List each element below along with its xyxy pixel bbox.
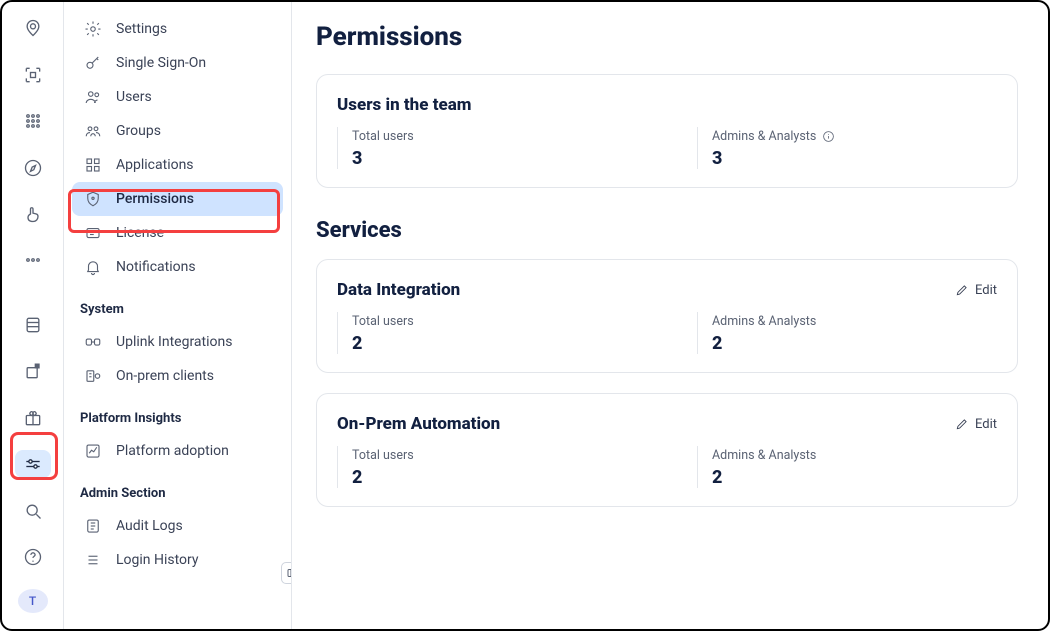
nav-label: Login History	[116, 552, 199, 568]
nav-label: Uplink Integrations	[116, 334, 232, 350]
sliders-icon[interactable]	[15, 450, 51, 478]
shield-icon	[84, 190, 102, 208]
service-total-stat: Total users 2	[337, 446, 697, 488]
team-card-title: Users in the team	[337, 95, 471, 115]
service-aa-stat: Admins & Analysts 2	[697, 312, 816, 354]
service-aa-value: 2	[712, 333, 816, 354]
team-total-stat: Total users 3	[337, 127, 697, 169]
nav-item-login-history[interactable]: Login History	[72, 543, 283, 577]
nav-item-sso[interactable]: Single Sign-On	[72, 46, 283, 80]
service-aa-label: Admins & Analysts	[712, 314, 816, 329]
service-total-stat: Total users 2	[337, 312, 697, 354]
service-card-title: Data Integration	[337, 280, 460, 300]
group-icon	[84, 122, 102, 140]
team-aa-label: Admins & Analysts	[712, 129, 835, 144]
nav-item-adoption[interactable]: Platform adoption	[72, 434, 283, 468]
grid-icon[interactable]	[15, 107, 51, 135]
chart-icon	[84, 442, 102, 460]
nav-label: Groups	[116, 123, 161, 139]
nav-label: Platform adoption	[116, 443, 229, 459]
nav-section-admin: Admin Section	[72, 468, 283, 509]
apps-icon	[84, 156, 102, 174]
pencil-icon	[955, 417, 969, 431]
collapse-nav-button[interactable]	[281, 562, 292, 584]
pencil-icon	[955, 283, 969, 297]
more-icon[interactable]	[15, 246, 51, 274]
services-heading: Services	[316, 218, 1018, 243]
service-aa-label: Admins & Analysts	[712, 448, 816, 463]
avatar[interactable]: T	[18, 589, 48, 613]
export-icon[interactable]	[15, 357, 51, 385]
server-icon	[84, 367, 102, 385]
info-icon[interactable]	[822, 130, 835, 143]
nav-item-groups[interactable]: Groups	[72, 114, 283, 148]
nav-label: License	[116, 225, 164, 241]
team-aa-label-text: Admins & Analysts	[712, 129, 816, 144]
compass-icon[interactable]	[15, 153, 51, 181]
team-total-value: 3	[352, 148, 697, 169]
license-icon	[84, 224, 102, 242]
nav-label: Single Sign-On	[116, 55, 206, 71]
nav-label: Audit Logs	[116, 518, 183, 534]
team-aa-stat: Admins & Analysts 3	[697, 127, 835, 169]
service-aa-stat: Admins & Analysts 2	[697, 446, 816, 488]
key-icon	[84, 54, 102, 72]
nav-item-applications[interactable]: Applications	[72, 148, 283, 182]
nav-label: Applications	[116, 157, 194, 173]
logs-icon	[84, 517, 102, 535]
edit-label: Edit	[975, 417, 997, 432]
bell-icon	[84, 258, 102, 276]
page-title: Permissions	[316, 22, 1018, 52]
edit-button[interactable]: Edit	[955, 283, 997, 298]
gift-icon[interactable]	[15, 404, 51, 432]
nav-label: Permissions	[116, 191, 194, 207]
service-card-onprem-automation: On-Prem Automation Edit Total users 2 Ad…	[316, 393, 1018, 507]
service-total-value: 2	[352, 467, 697, 488]
settings-nav: Settings Single Sign-On Users Groups App…	[64, 2, 292, 629]
selection-icon[interactable]	[15, 60, 51, 88]
nav-item-permissions[interactable]: Permissions	[72, 182, 283, 216]
service-aa-value: 2	[712, 467, 816, 488]
edit-button[interactable]: Edit	[955, 417, 997, 432]
service-card-data-integration: Data Integration Edit Total users 2 Admi…	[316, 259, 1018, 373]
icon-rail: T	[2, 2, 64, 629]
gear-icon	[84, 20, 102, 38]
search-icon[interactable]	[15, 496, 51, 524]
list-icon	[84, 551, 102, 569]
nav-item-users[interactable]: Users	[72, 80, 283, 114]
team-aa-value: 3	[712, 148, 835, 169]
nav-label: Notifications	[116, 259, 196, 275]
edit-label: Edit	[975, 283, 997, 298]
service-total-label: Total users	[352, 448, 697, 463]
nav-section-insights: Platform Insights	[72, 393, 283, 434]
team-total-label: Total users	[352, 129, 697, 144]
service-total-label: Total users	[352, 314, 697, 329]
pointer-icon[interactable]	[15, 200, 51, 228]
team-card: Users in the team Total users 3 Admins &…	[316, 74, 1018, 188]
nav-label: Users	[116, 89, 152, 105]
nav-item-notifications[interactable]: Notifications	[72, 250, 283, 284]
book-icon[interactable]	[15, 311, 51, 339]
nav-item-license[interactable]: License	[72, 216, 283, 250]
service-total-value: 2	[352, 333, 697, 354]
nav-item-onprem[interactable]: On-prem clients	[72, 359, 283, 393]
nav-section-system: System	[72, 284, 283, 325]
main-content: Permissions Users in the team Total user…	[292, 2, 1048, 629]
nav-item-settings[interactable]: Settings	[72, 12, 283, 46]
help-icon[interactable]	[15, 543, 51, 571]
app-frame: T Settings Single Sign-On Users Groups A…	[0, 0, 1050, 631]
logo-icon[interactable]	[15, 14, 51, 42]
nav-item-uplink[interactable]: Uplink Integrations	[72, 325, 283, 359]
users-icon	[84, 88, 102, 106]
nav-label: On-prem clients	[116, 368, 214, 384]
nav-label: Settings	[116, 21, 167, 37]
link-icon	[84, 333, 102, 351]
service-card-title: On-Prem Automation	[337, 414, 500, 434]
nav-item-audit[interactable]: Audit Logs	[72, 509, 283, 543]
